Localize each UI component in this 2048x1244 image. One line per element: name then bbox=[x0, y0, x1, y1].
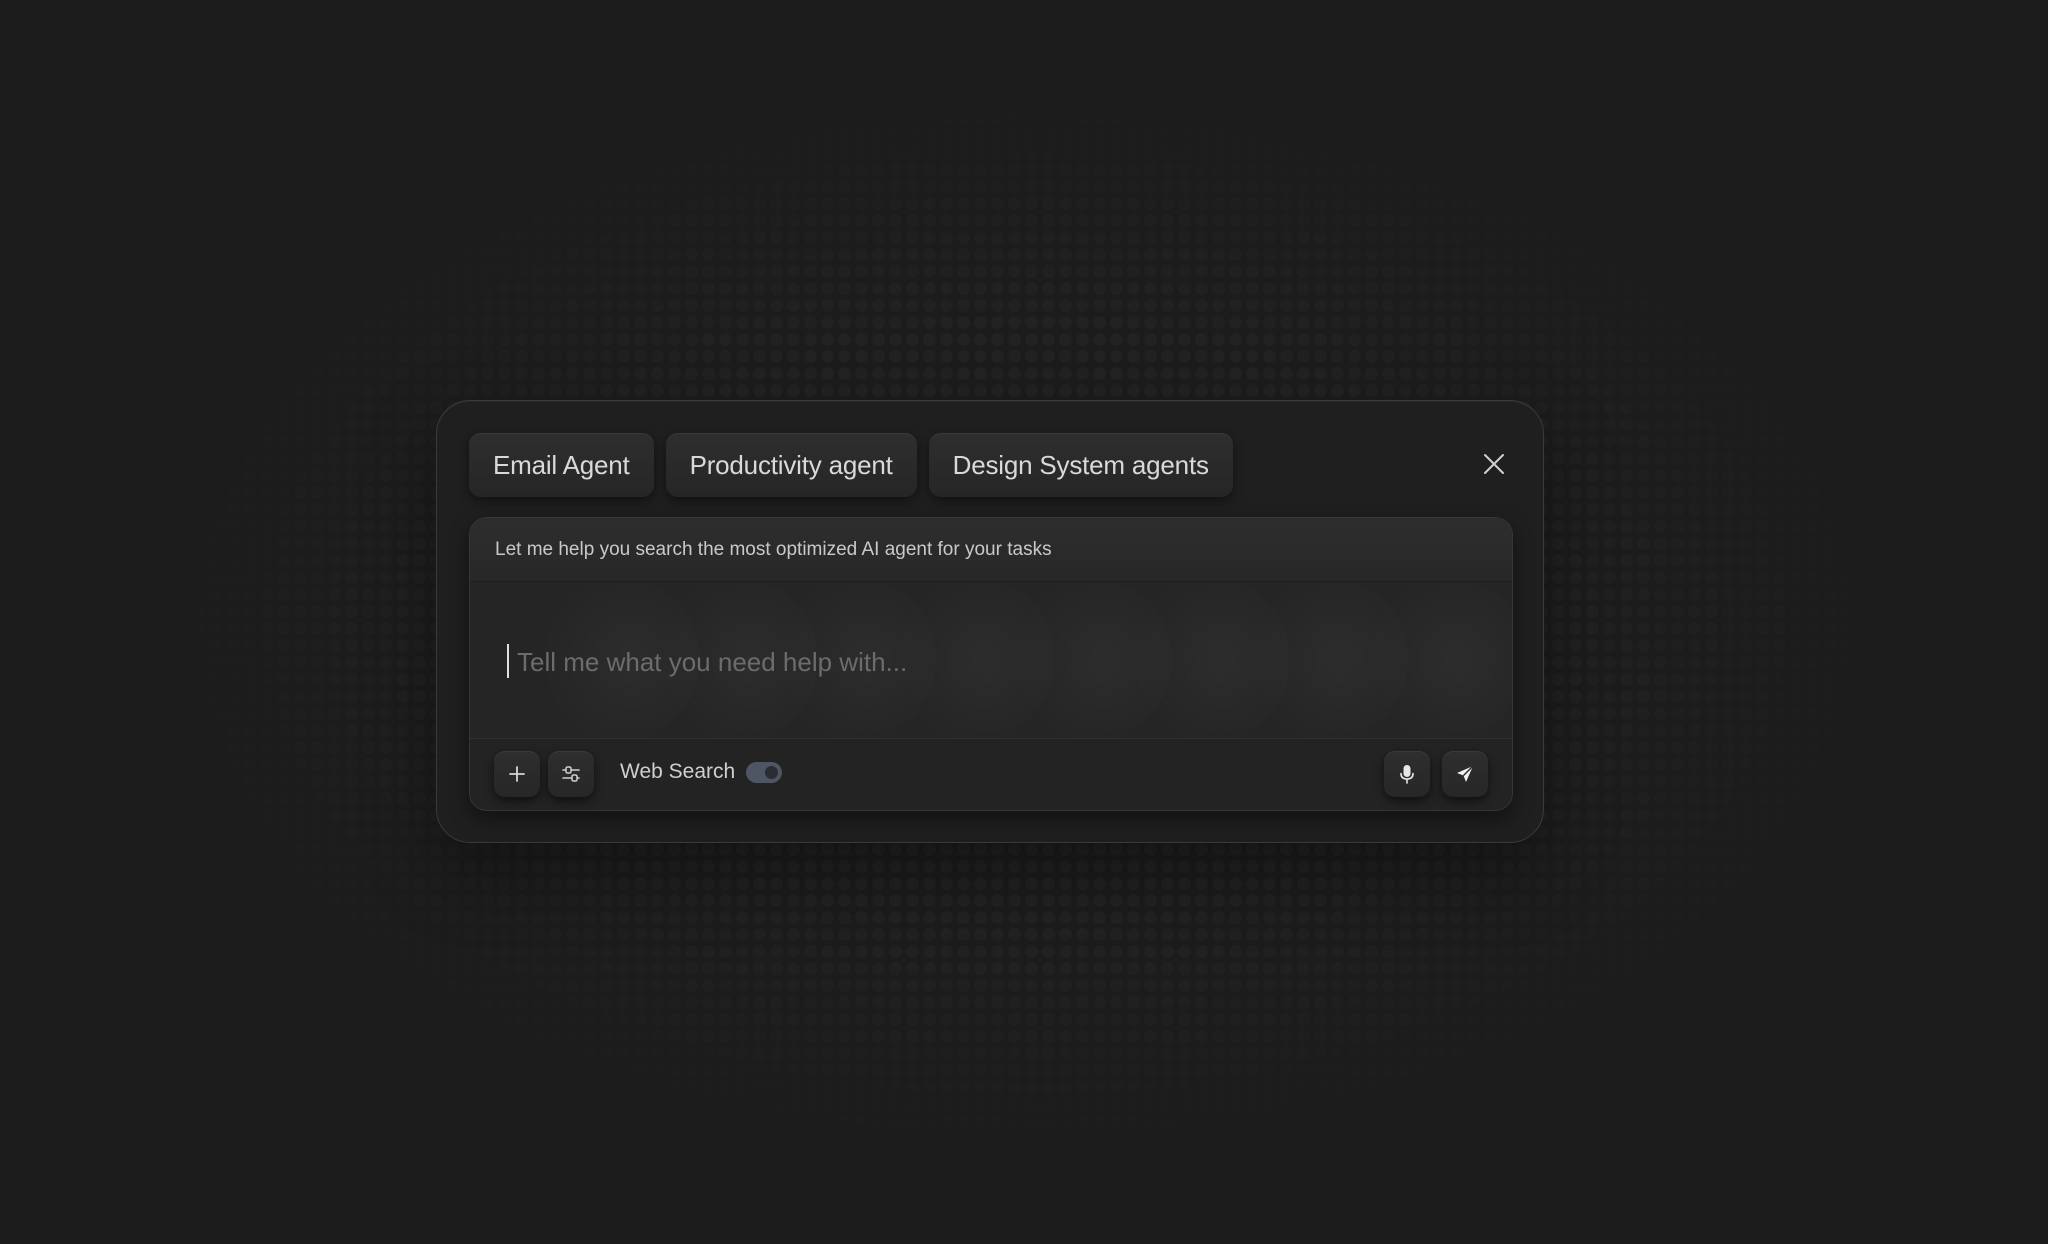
web-search-label: Web Search bbox=[620, 760, 736, 783]
microphone-icon bbox=[1400, 765, 1414, 784]
text-caret bbox=[507, 644, 509, 678]
panel-header-text: Let me help you search the most optimize… bbox=[470, 518, 1512, 582]
agent-tabs: Email Agent Productivity agent Design Sy… bbox=[469, 433, 1233, 497]
web-search-toggle[interactable] bbox=[746, 762, 782, 783]
tab-productivity-agent[interactable]: Productivity agent bbox=[665, 433, 917, 497]
close-button[interactable] bbox=[1479, 449, 1509, 479]
settings-button[interactable] bbox=[548, 751, 594, 797]
plus-icon bbox=[509, 766, 525, 782]
sliders-icon bbox=[562, 766, 580, 782]
toggle-knob bbox=[765, 766, 778, 779]
send-icon bbox=[1457, 765, 1474, 782]
send-button[interactable] bbox=[1442, 751, 1488, 797]
voice-input-button[interactable] bbox=[1384, 751, 1430, 797]
add-button[interactable] bbox=[494, 751, 540, 797]
agent-search-dialog: Email Agent Productivity agent Design Sy… bbox=[436, 400, 1544, 843]
input-toolbar: Web Search bbox=[470, 738, 1512, 810]
tab-email-agent[interactable]: Email Agent bbox=[469, 433, 654, 497]
tab-design-system-agents[interactable]: Design System agents bbox=[928, 433, 1233, 497]
prompt-input[interactable] bbox=[515, 638, 1419, 686]
prompt-area[interactable] bbox=[470, 582, 1512, 738]
app-background: Email Agent Productivity agent Design Sy… bbox=[0, 0, 2048, 1244]
chat-panel: Let me help you search the most optimize… bbox=[469, 517, 1513, 811]
close-icon bbox=[1484, 454, 1504, 474]
